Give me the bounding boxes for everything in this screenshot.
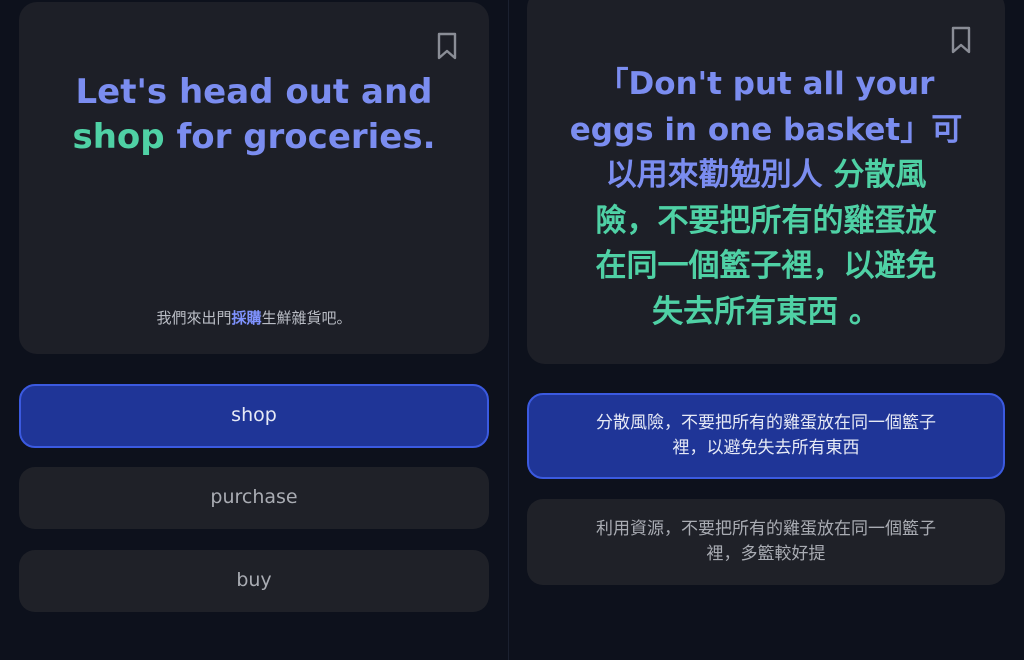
translation-text: 我們來出門採購生鮮雜貨吧。 <box>39 307 469 328</box>
option-spread-risk[interactable]: 分散風險，不要把所有的雞蛋放在同一個籃子 裡，以避免失去所有東西 <box>527 393 1005 479</box>
flashcard-left: Let's head out and shop for groceries. 我… <box>19 2 489 354</box>
phrase-line-3: 以用來勸勉別人 分散風 <box>537 153 995 199</box>
right-panel: 「Don't put all your eggs in one basket」可… <box>509 0 1024 660</box>
bookmark-icon[interactable] <box>436 32 458 60</box>
translation-highlight: 採購 <box>231 309 262 327</box>
phrase-line-2: shop for groceries. <box>39 115 469 160</box>
option-shop[interactable]: shop <box>19 384 489 448</box>
option-label: shop <box>231 404 277 427</box>
option-label: 利用資源，不要把所有的雞蛋放在同一個籃子 裡，多籃較好提 <box>596 517 936 566</box>
bookmark-icon[interactable] <box>950 26 972 54</box>
option-label: 分散風險，不要把所有的雞蛋放在同一個籃子 裡，以避免失去所有東西 <box>596 411 936 460</box>
option-purchase[interactable]: purchase <box>19 467 489 529</box>
phrase-line-1: Let's head out and <box>75 72 433 112</box>
phrase-line-3-blue: 以用來勸勉別人 <box>605 157 834 193</box>
phrase-line-3-green: 分散風 <box>833 157 927 193</box>
phrase-line-4: 險，不要把所有的雞蛋放 <box>595 202 937 239</box>
phrase-rest: for groceries. <box>164 117 436 157</box>
option-label: buy <box>236 569 272 592</box>
flashcard-right: 「Don't put all your eggs in one basket」可… <box>527 0 1005 364</box>
option-use-resources[interactable]: 利用資源，不要把所有的雞蛋放在同一個籃子 裡，多籃較好提 <box>527 499 1005 585</box>
option-buy[interactable]: buy <box>19 550 489 612</box>
phrase-line-6: 失去所有東西 。 <box>652 293 880 330</box>
phrase-line-2: eggs in one basket」可 <box>569 111 963 148</box>
option-line-2: 裡，多籃較好提 <box>706 544 826 564</box>
option-line-1: 利用資源，不要把所有的雞蛋放在同一個籃子 <box>596 519 936 540</box>
phrase-line-1: 「Don't put all your <box>597 66 935 102</box>
option-line-1: 分散風險，不要把所有的雞蛋放在同一個籃子 <box>596 413 936 434</box>
phrase-line-5: 在同一個籃子裡，以避免 <box>595 248 937 284</box>
translation-before: 我們來出門 <box>156 309 232 327</box>
target-word: shop <box>72 117 165 157</box>
left-panel: Let's head out and shop for groceries. 我… <box>0 0 508 660</box>
phrase-text: 「Don't put all your eggs in one basket」可… <box>537 62 995 335</box>
option-label: purchase <box>210 486 298 509</box>
option-line-2: 裡，以避免失去所有東西 <box>672 438 860 458</box>
translation-after: 生鮮雜貨吧。 <box>261 309 352 327</box>
phrase-text: Let's head out and shop for groceries. <box>39 70 469 160</box>
